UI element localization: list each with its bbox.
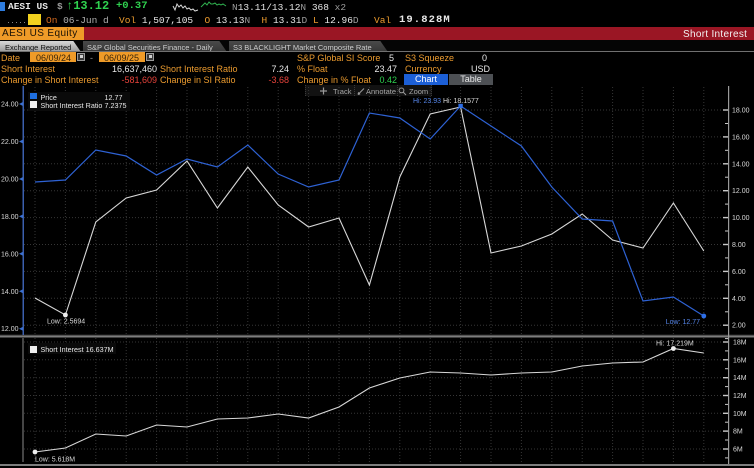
svg-text:6.00: 6.00 bbox=[732, 269, 746, 276]
svg-text:16M: 16M bbox=[733, 357, 747, 364]
svg-text:14.00: 14.00 bbox=[732, 161, 750, 168]
svg-text:12.00: 12.00 bbox=[1, 326, 19, 333]
svg-text:18M: 18M bbox=[733, 340, 747, 347]
svg-text:24.00: 24.00 bbox=[1, 102, 19, 109]
svg-text:Low: 12.77: Low: 12.77 bbox=[666, 319, 700, 326]
svg-text:12.00: 12.00 bbox=[732, 188, 750, 195]
svg-text:16.00: 16.00 bbox=[732, 134, 750, 141]
svg-text:8.00: 8.00 bbox=[732, 242, 746, 249]
svg-text:10M: 10M bbox=[733, 411, 747, 418]
svg-text:Hi: 23.93: Hi: 23.93 bbox=[413, 98, 441, 105]
svg-text:8M: 8M bbox=[733, 429, 743, 436]
svg-text:18.00: 18.00 bbox=[732, 108, 750, 115]
svg-text:4.00: 4.00 bbox=[732, 296, 746, 303]
svg-text:Hi: 17.219M: Hi: 17.219M bbox=[656, 341, 694, 348]
svg-text:22.00: 22.00 bbox=[1, 139, 19, 146]
svg-text:10.00: 10.00 bbox=[732, 215, 750, 222]
svg-text:2.00: 2.00 bbox=[732, 323, 746, 330]
svg-text:6M: 6M bbox=[733, 447, 743, 454]
svg-text:Low: 2.5694: Low: 2.5694 bbox=[47, 319, 85, 326]
svg-text:Hi: 18.1577: Hi: 18.1577 bbox=[443, 98, 479, 105]
svg-text:Low: 5.618M: Low: 5.618M bbox=[35, 457, 75, 464]
svg-text:14.00: 14.00 bbox=[1, 289, 19, 296]
svg-text:12M: 12M bbox=[733, 393, 747, 400]
svg-text:16.00: 16.00 bbox=[1, 251, 19, 258]
svg-text:20.00: 20.00 bbox=[1, 177, 19, 184]
svg-text:18.00: 18.00 bbox=[1, 214, 19, 221]
svg-text:14M: 14M bbox=[733, 375, 747, 382]
